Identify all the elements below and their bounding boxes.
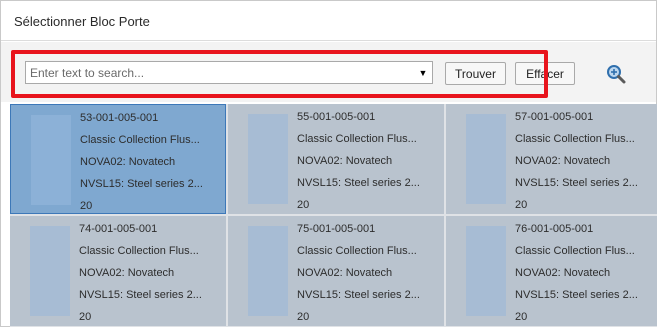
door-thumbnail: [248, 226, 288, 316]
find-button[interactable]: Trouver: [445, 62, 506, 85]
door-block-card[interactable]: 55-001-005-001 Classic Collection Flus...…: [228, 104, 444, 214]
card-code: 76-001-005-001: [515, 223, 594, 235]
card-collection: Classic Collection Flus...: [79, 245, 199, 257]
card-series: NVSL15: Steel series 2...: [79, 289, 202, 301]
card-code: 75-001-005-001: [297, 223, 376, 235]
door-block-card[interactable]: 74-001-005-001 Classic Collection Flus...…: [10, 216, 226, 326]
zoom-in-icon[interactable]: [606, 64, 626, 84]
card-quantity: 20: [79, 311, 92, 323]
card-series: NVSL15: Steel series 2...: [297, 177, 420, 189]
card-code: 74-001-005-001: [79, 223, 158, 235]
card-model: NOVA02: Novatech: [80, 156, 176, 168]
card-model: NOVA02: Novatech: [515, 155, 611, 167]
door-thumbnail: [248, 114, 288, 204]
search-input[interactable]: [26, 62, 414, 83]
door-block-card[interactable]: 53-001-005-001 Classic Collection Flus...…: [10, 104, 226, 214]
door-block-grid: 53-001-005-001 Classic Collection Flus...…: [10, 104, 657, 327]
card-collection: Classic Collection Flus...: [297, 245, 417, 257]
search-combobox[interactable]: ▼: [25, 61, 433, 84]
card-code: 53-001-005-001: [80, 112, 159, 124]
card-series: NVSL15: Steel series 2...: [515, 177, 638, 189]
card-quantity: 20: [515, 199, 528, 211]
dropdown-arrow-icon[interactable]: ▼: [414, 62, 432, 83]
card-quantity: 20: [515, 311, 528, 323]
window-title: Sélectionner Bloc Porte: [14, 14, 150, 29]
card-series: NVSL15: Steel series 2...: [515, 289, 638, 301]
card-code: 55-001-005-001: [297, 111, 376, 123]
door-block-card[interactable]: 57-001-005-001 Classic Collection Flus...…: [446, 104, 657, 214]
clear-button[interactable]: Effacer: [515, 62, 575, 85]
card-collection: Classic Collection Flus...: [515, 133, 635, 145]
card-model: NOVA02: Novatech: [297, 267, 393, 279]
card-quantity: 20: [297, 311, 310, 323]
card-quantity: 20: [297, 199, 310, 211]
door-thumbnail: [466, 226, 506, 316]
door-thumbnail: [31, 115, 71, 205]
card-model: NOVA02: Novatech: [79, 267, 175, 279]
card-series: NVSL15: Steel series 2...: [80, 178, 203, 190]
card-quantity: 20: [80, 200, 93, 212]
search-toolbar: ▼ Trouver Effacer: [1, 42, 656, 102]
door-thumbnail: [466, 114, 506, 204]
door-block-card[interactable]: 76-001-005-001 Classic Collection Flus...…: [446, 216, 657, 326]
card-model: NOVA02: Novatech: [515, 267, 611, 279]
door-thumbnail: [30, 226, 70, 316]
card-collection: Classic Collection Flus...: [80, 134, 200, 146]
card-model: NOVA02: Novatech: [297, 155, 393, 167]
card-series: NVSL15: Steel series 2...: [297, 289, 420, 301]
select-door-block-dialog: Sélectionner Bloc Porte ▼ Trouver Efface…: [0, 0, 657, 327]
door-block-card[interactable]: 75-001-005-001 Classic Collection Flus...…: [228, 216, 444, 326]
card-collection: Classic Collection Flus...: [297, 133, 417, 145]
card-collection: Classic Collection Flus...: [515, 245, 635, 257]
title-bar: Sélectionner Bloc Porte: [1, 1, 656, 41]
card-code: 57-001-005-001: [515, 111, 594, 123]
